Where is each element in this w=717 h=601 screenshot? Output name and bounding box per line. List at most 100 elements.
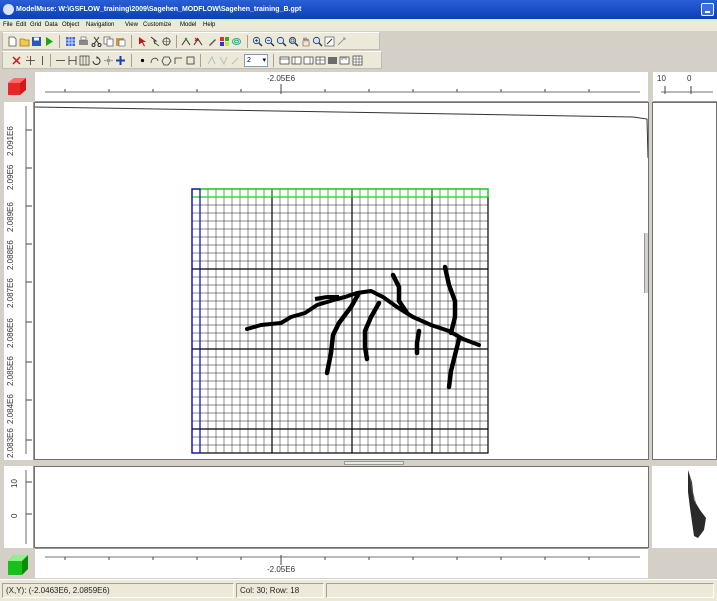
stream-segment [314,295,339,301]
side-ruler-label-10: 10 [657,74,666,83]
zoom-out-icon[interactable] [264,36,275,47]
menu-view[interactable]: View [125,19,138,31]
3d-view-canvas[interactable] [652,466,717,548]
copy-icon[interactable] [103,36,114,47]
status-message [326,583,714,598]
stream-branch-south-3 [414,328,422,356]
delete-vertex-icon[interactable] [193,36,204,47]
window-title: ModelMuse: W:\GSFLOW_training\2009\Sageh… [16,6,302,13]
view-ruler-icon[interactable] [339,55,350,66]
zoom-extents-icon[interactable] [288,36,299,47]
model-grid-view[interactable] [35,103,648,459]
front-view-canvas[interactable] [34,466,649,548]
y-tick-label: 2.089E6 [6,202,15,232]
layer-edit-icon [231,57,239,65]
y-tick-label: 2.087E6 [6,278,15,308]
menu-help[interactable]: Help [203,19,215,31]
cursor-coordinates: (X,Y): (-2.0463E6, 2.0859E6) [2,583,234,598]
zoom-previous-icon[interactable] [312,36,323,47]
contour-icon[interactable] [231,36,242,47]
zoom-icon[interactable] [276,36,287,47]
y-tick-label: 2.085E6 [6,356,15,386]
side-ruler-label-0: 0 [687,74,692,83]
view-side-icon[interactable] [303,55,314,66]
x-axis-label: -2.05E6 [267,74,296,83]
y-tick-label: 2.09E6 [6,164,15,190]
save-icon[interactable] [31,36,42,47]
open-folder-icon[interactable] [19,36,30,47]
top-view-canvas[interactable] [34,102,649,460]
front-x-axis-label: -2.05E6 [267,565,296,574]
y-tick-label: 2.086E6 [6,318,15,348]
select-arrow-icon[interactable] [137,36,148,47]
create-point-icon[interactable] [137,55,148,66]
measure-icon[interactable] [336,36,347,47]
layer-up-icon [207,55,216,65]
side-view-ruler: 10 0 [653,72,717,102]
create-line-icon[interactable] [149,55,160,66]
select-lasso-icon[interactable] [149,36,160,47]
vertical-line-icon[interactable] [37,55,48,66]
front-view-z-ruler: 10 0 [4,466,34,548]
move-grid-icon[interactable] [67,55,78,66]
status-bar: (X,Y): (-2.0463E6, 2.0859E6) Col: 30; Ro… [0,579,717,601]
menu-data[interactable]: Data [45,19,58,31]
create-straight-line-icon[interactable] [173,55,184,66]
generate-grid-icon[interactable] [103,55,114,66]
create-rectangle-icon[interactable] [185,55,196,66]
select-point-icon[interactable] [161,36,172,47]
app-icon [3,4,14,15]
menu-grid[interactable]: Grid [30,19,41,31]
layer-down-icon [219,56,228,66]
new-file-icon[interactable] [7,36,18,47]
minimize-button[interactable] [701,3,714,16]
menu-edit[interactable]: Edit [16,19,26,31]
menu-customize[interactable]: Customize [143,19,171,31]
view-grid-icon[interactable] [327,55,338,66]
rotate-grid-icon[interactable] [91,55,102,66]
cut-icon[interactable] [91,36,102,47]
front-view-x-ruler: -2.05E6 [35,548,648,578]
edit-object-icon[interactable] [207,36,218,47]
add-vertex-icon[interactable] [181,36,192,47]
run-model-icon[interactable] [43,36,54,47]
side-view-canvas[interactable] [652,102,717,460]
zoom-in-icon[interactable] [252,36,263,47]
z-tick-label: 0 [10,513,19,518]
cell-location: Col: 30; Row: 18 [236,583,324,598]
horizontal-line-icon[interactable] [55,55,66,66]
y-tick-label: 2.088E6 [6,240,15,270]
z-tick-label: 10 [10,479,19,488]
model-boundary-line [35,106,648,159]
top-view-y-ruler: 2.091E6 2.09E6 2.089E6 2.088E6 2.087E6 2… [4,102,34,460]
top-view-x-ruler: -2.05E6 [35,72,648,102]
print-icon[interactable] [78,36,89,47]
y-tick-label: 2.091E6 [6,126,15,156]
menu-model[interactable]: Model [180,19,196,31]
menu-object[interactable]: Object [62,19,79,31]
grid-lines-icon[interactable] [352,55,363,66]
object-toolbar: 2 [2,51,382,69]
menu-navigation[interactable]: Navigation [86,19,114,31]
menu-file[interactable]: File [3,19,13,31]
view-3d-icon[interactable] [315,55,326,66]
color-grid-icon[interactable] [219,36,230,47]
title-bar: ModelMuse: W:\GSFLOW_training\2009\Sageh… [0,0,717,19]
add-grid-line-icon[interactable] [25,55,36,66]
x-ruler-ticks [45,84,640,94]
view-front-icon[interactable] [291,55,302,66]
vertical-splitter-handle[interactable] [644,233,648,293]
menu-bar: File Edit Grid Data Object Navigation Vi… [0,19,717,31]
layer-selector[interactable]: 2 [244,54,268,67]
view-top-icon[interactable] [279,55,290,66]
grid-spacing-icon[interactable] [79,55,90,66]
pan-hand-icon[interactable] [300,36,311,47]
paste-icon[interactable] [115,36,126,47]
restore-view-icon[interactable] [324,36,335,47]
splitter-grip[interactable] [344,461,404,465]
create-polygon-icon[interactable] [161,55,172,66]
add-point-icon[interactable] [115,55,126,66]
3d-model-shape [688,470,706,538]
grid-icon[interactable] [65,36,76,47]
delete-object-icon[interactable] [11,55,22,66]
